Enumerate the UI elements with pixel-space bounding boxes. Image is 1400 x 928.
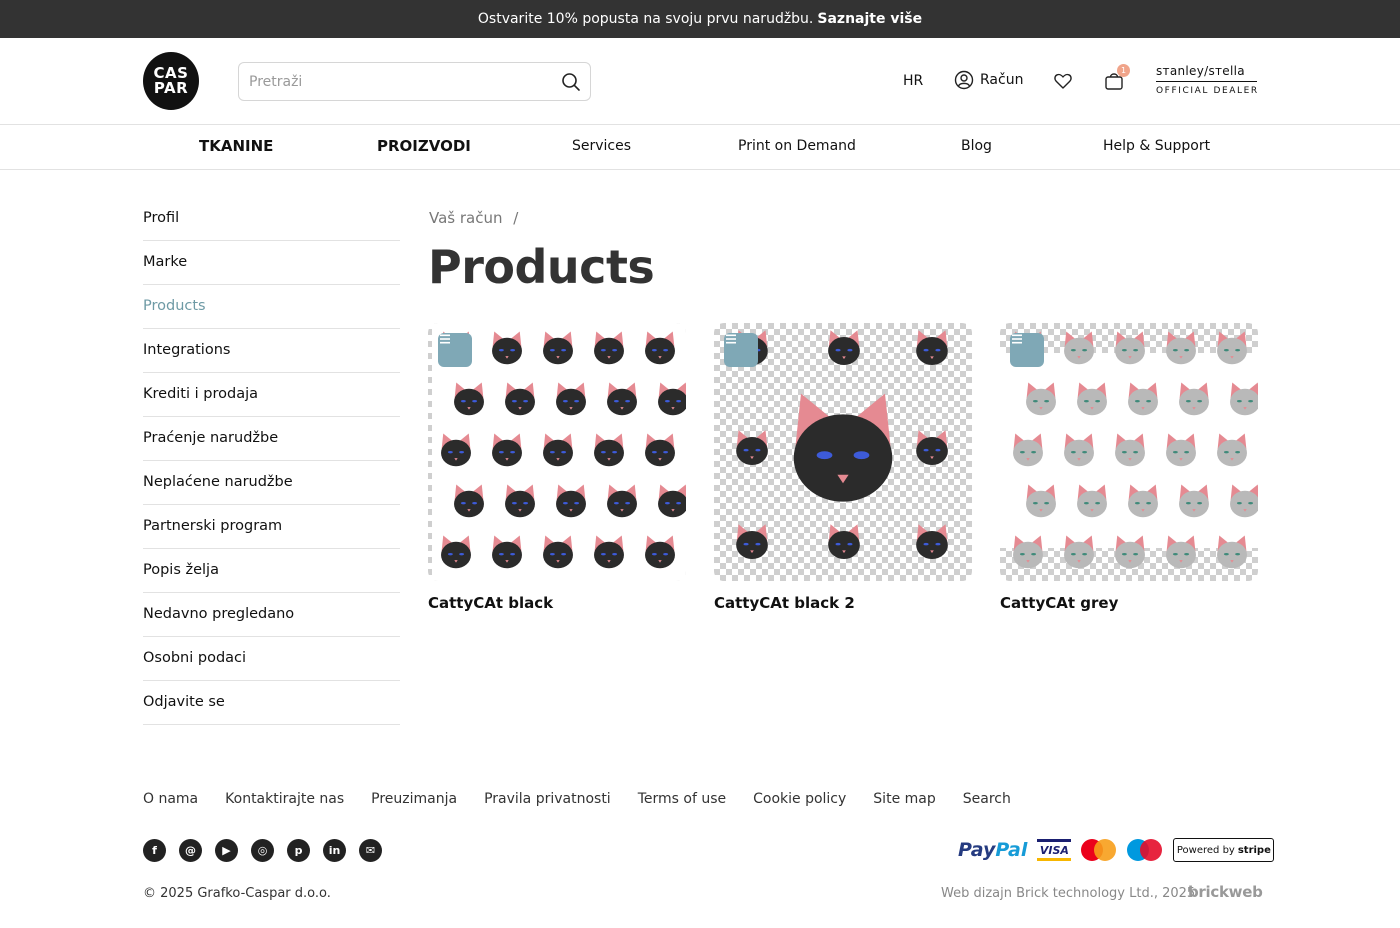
- dealer-brand: sтanley/sтella: [1156, 64, 1257, 82]
- product-card[interactable]: CattyCAt black 2: [714, 323, 972, 612]
- mastercard-logo: [1081, 839, 1117, 861]
- search-input[interactable]: [249, 71, 549, 93]
- paypal-logo: PayPal: [958, 839, 1027, 861]
- cat-head: [828, 524, 860, 560]
- footer-link-cookie[interactable]: Cookie policy: [753, 791, 846, 807]
- account-label: Račun: [980, 72, 1024, 88]
- cat-head: [916, 430, 948, 466]
- dealer-subtitle: OFFICIAL DEALER: [1156, 86, 1259, 96]
- breadcrumb-separator: /: [513, 209, 519, 227]
- paypal-text-a: Pay: [958, 839, 996, 861]
- product-thumbnail[interactable]: [1000, 323, 1258, 581]
- stripe-text: stripe: [1237, 844, 1271, 856]
- hamburger-icon: [440, 334, 450, 344]
- nav-item-tkanine[interactable]: TKANINE: [199, 137, 273, 155]
- sidebar-item-integrations[interactable]: Integrations: [143, 329, 400, 373]
- hamburger-icon: [1012, 334, 1022, 344]
- cat-head: [736, 524, 768, 560]
- sidebar-item-odjava[interactable]: Odjavite se: [143, 681, 400, 725]
- logo-text-bottom: PAR: [153, 79, 189, 97]
- threads-icon[interactable]: @: [179, 839, 202, 862]
- user-icon: [954, 70, 974, 90]
- main-nav: TKANINE PROIZVODI Services Print on Dema…: [0, 125, 1400, 170]
- product-thumbnail[interactable]: [714, 323, 972, 581]
- sidebar-item-partnerski[interactable]: Partnerski program: [143, 505, 400, 549]
- sidebar-item-osobni-podaci[interactable]: Osobni podaci: [143, 637, 400, 681]
- design-credit[interactable]: Web dizajn Brick technology Ltd., 2025: [941, 886, 1195, 901]
- product-card[interactable]: CattyCAt black: [428, 323, 686, 612]
- maestro-logo: [1127, 839, 1163, 861]
- powered-by-stripe-badge: Powered by stripe: [1173, 838, 1275, 862]
- product-menu-button[interactable]: [1010, 333, 1044, 367]
- brickweb-logo[interactable]: brickweb: [1188, 883, 1263, 901]
- pinterest-icon[interactable]: p: [287, 839, 310, 862]
- paypal-text-b: Pal: [995, 839, 1028, 861]
- cat-head: [1166, 331, 1196, 365]
- linkedin-icon[interactable]: in: [323, 839, 346, 862]
- sidebar-item-profil[interactable]: Profil: [143, 197, 400, 241]
- footer-link-privatnost[interactable]: Pravila privatnosti: [484, 791, 611, 807]
- product-name[interactable]: CattyCAt black 2: [714, 594, 972, 612]
- footer-link-sitemap[interactable]: Site map: [873, 791, 935, 807]
- footer-link-kontakt[interactable]: Kontaktirajte nas: [225, 791, 344, 807]
- account-link[interactable]: Račun: [954, 70, 1023, 90]
- header: CAS PAR HR Račun 1 sтanley/sтella OFFICI…: [0, 38, 1400, 125]
- nav-item-proizvodi[interactable]: PROIZVODI: [377, 137, 471, 155]
- breadcrumb: Vaš račun /: [429, 209, 518, 227]
- nav-item-help-support[interactable]: Help & Support: [1103, 138, 1210, 154]
- cat-head: [793, 393, 893, 502]
- product-card[interactable]: CattyCAt grey: [1000, 323, 1258, 612]
- promo-link[interactable]: Saznajte više: [817, 11, 922, 27]
- heart-icon[interactable]: [1053, 71, 1073, 91]
- footer-link-search[interactable]: Search: [963, 791, 1011, 807]
- sidebar-item-krediti[interactable]: Krediti i prodaja: [143, 373, 400, 417]
- product-menu-button[interactable]: [724, 333, 758, 367]
- sidebar-item-neplacene[interactable]: Neplaćene narudžbe: [143, 461, 400, 505]
- footer-link-preuzimanja[interactable]: Preuzimanja: [371, 791, 457, 807]
- page-title: Products: [428, 240, 655, 294]
- product-thumbnail[interactable]: [428, 323, 686, 581]
- cat-head: [736, 430, 768, 466]
- social-links: f @ ▶ ◎ p in ✉: [143, 839, 382, 862]
- language-selector[interactable]: HR: [903, 73, 923, 89]
- official-dealer-logo: sтanley/sтella OFFICIAL DEALER: [1156, 64, 1257, 96]
- cat-head: [916, 524, 948, 560]
- product-menu-button[interactable]: [438, 333, 472, 367]
- breadcrumb-account-link[interactable]: Vaš račun: [429, 209, 503, 227]
- promo-text: Ostvarite 10% popusta na svoju prvu naru…: [477, 11, 814, 27]
- nav-item-blog[interactable]: Blog: [961, 138, 992, 154]
- promo-bar: Ostvarite 10% popusta na svoju prvu naru…: [0, 0, 1400, 38]
- facebook-icon[interactable]: f: [143, 839, 166, 862]
- sidebar-item-pracenje[interactable]: Praćenje narudžbe: [143, 417, 400, 461]
- product-name[interactable]: CattyCAt black: [428, 594, 686, 612]
- visa-logo: VISA: [1037, 839, 1072, 861]
- cart-count-badge: 1: [1117, 64, 1130, 77]
- powered-by-text: Powered by: [1176, 844, 1235, 856]
- email-icon[interactable]: ✉: [359, 839, 382, 862]
- footer-links: O nama Kontaktirajte nas Preuzimanja Pra…: [143, 791, 1038, 807]
- cat-head: [1115, 331, 1145, 365]
- payment-methods: PayPal VISA Powered by stripe: [958, 838, 1275, 862]
- cat-head: [1217, 331, 1247, 365]
- sidebar-item-marke[interactable]: Marke: [143, 241, 400, 285]
- cat-head: [1064, 331, 1094, 365]
- search-icon[interactable]: [561, 72, 581, 92]
- hamburger-icon: [726, 334, 736, 344]
- logo[interactable]: CAS PAR: [143, 52, 199, 110]
- product-name[interactable]: CattyCAt grey: [1000, 594, 1258, 612]
- cat-head: [828, 330, 860, 366]
- sidebar-item-nedavno[interactable]: Nedavno pregledano: [143, 593, 400, 637]
- sidebar-item-popis-zelja[interactable]: Popis želja: [143, 549, 400, 593]
- sidebar-item-products[interactable]: Products: [143, 285, 400, 329]
- account-sidebar: Profil Marke Products Integrations Kredi…: [143, 197, 400, 725]
- instagram-icon[interactable]: ◎: [251, 839, 274, 862]
- cat-head: [916, 330, 948, 366]
- footer-link-o-nama[interactable]: O nama: [143, 791, 198, 807]
- copyright: © 2025 Grafko-Caspar d.o.o.: [143, 886, 331, 901]
- nav-item-print-on-demand[interactable]: Print on Demand: [738, 138, 856, 154]
- nav-item-services[interactable]: Services: [572, 138, 631, 154]
- youtube-icon[interactable]: ▶: [215, 839, 238, 862]
- search-box: [238, 62, 591, 101]
- footer-link-terms[interactable]: Terms of use: [638, 791, 726, 807]
